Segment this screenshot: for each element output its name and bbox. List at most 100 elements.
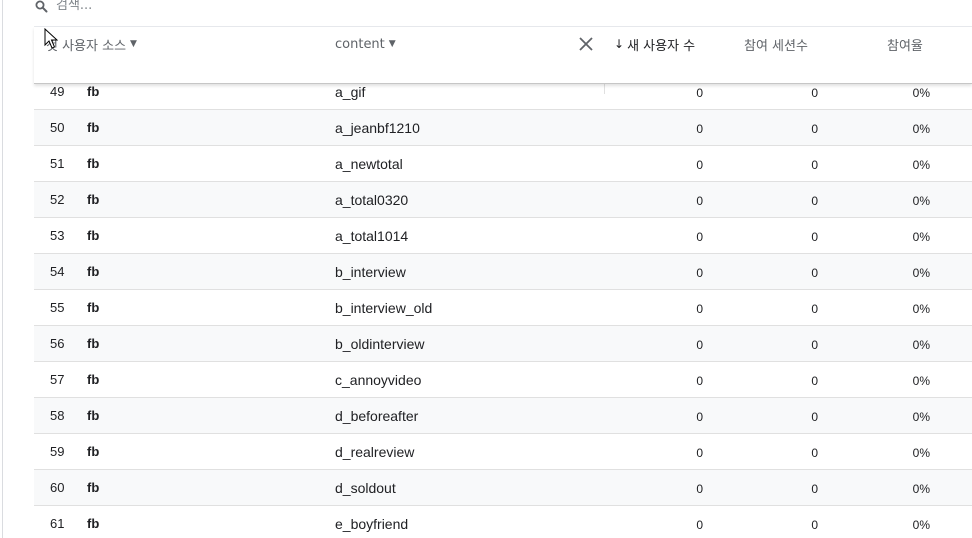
row-content: b_interview_old <box>335 300 433 316</box>
row-engagement-rate: 0% <box>912 230 930 244</box>
table-row[interactable]: 51 fb a_newtotal 0 0 0% <box>34 146 972 182</box>
row-engaged-sessions: 0 <box>811 266 818 280</box>
row-new-users: 0 <box>696 518 703 532</box>
row-index: 51 <box>50 156 65 171</box>
row-new-users: 0 <box>696 158 703 172</box>
row-source: fb <box>87 444 100 459</box>
row-new-users: 0 <box>696 338 703 352</box>
row-content: a_total1014 <box>335 228 409 244</box>
left-border <box>2 0 3 538</box>
table-row[interactable]: 50 fb a_jeanbf1210 0 0 0% <box>34 110 972 146</box>
header-engagement-rate[interactable]: 참여율 <box>887 34 923 54</box>
header-new-users[interactable]: ↓ 새 사용자 수 <box>614 34 695 54</box>
row-content: d_realreview <box>335 444 415 460</box>
row-content: d_beforeafter <box>335 408 419 424</box>
table-row[interactable]: 55 fb b_interview_old 0 0 0% <box>34 290 972 326</box>
header-first-user-source-label: 첫 사용자 소스 <box>46 38 127 54</box>
mouse-pointer-icon <box>44 28 58 49</box>
table-row[interactable]: 58 fb d_beforeafter 0 0 0% <box>34 398 972 434</box>
row-index: 61 <box>50 516 65 531</box>
row-engaged-sessions: 0 <box>811 338 818 352</box>
row-content: a_gif <box>335 84 366 100</box>
row-engagement-rate: 0% <box>912 338 930 352</box>
table-row[interactable]: 52 fb a_total0320 0 0 0% <box>34 182 972 218</box>
row-engaged-sessions: 0 <box>811 446 818 460</box>
row-engagement-rate: 0% <box>912 122 930 136</box>
row-engaged-sessions: 0 <box>811 302 818 316</box>
row-new-users: 0 <box>696 230 703 244</box>
table-row[interactable]: 54 fb b_interview 0 0 0% <box>34 254 972 290</box>
row-engagement-rate: 0% <box>912 482 930 496</box>
row-new-users: 0 <box>696 302 703 316</box>
row-engagement-rate: 0% <box>912 446 930 460</box>
header-content[interactable]: content ▼ <box>335 34 396 54</box>
table-row[interactable]: 61 fb e_boyfriend 0 0 0% <box>34 506 972 538</box>
row-index: 53 <box>50 228 65 243</box>
row-engagement-rate: 0% <box>912 374 930 388</box>
column-separator <box>604 84 605 94</box>
row-content: b_oldinterview <box>335 336 425 352</box>
row-engagement-rate: 0% <box>912 86 930 100</box>
header-engaged-sessions-label: 참여 세션수 <box>744 38 808 54</box>
row-engaged-sessions: 0 <box>811 194 818 208</box>
row-content: e_boyfriend <box>335 516 409 532</box>
table-row[interactable]: 56 fb b_oldinterview 0 0 0% <box>34 326 972 362</box>
row-source: fb <box>87 228 100 243</box>
table-row[interactable]: 59 fb d_realreview 0 0 0% <box>34 434 972 470</box>
row-engaged-sessions: 0 <box>811 410 818 424</box>
header-first-user-source[interactable]: 첫 사용자 소스 ▼ <box>46 34 137 54</box>
row-content: b_interview <box>335 264 406 280</box>
row-source: fb <box>87 516 100 531</box>
row-source: fb <box>87 264 100 279</box>
row-content: d_soldout <box>335 480 396 496</box>
close-icon[interactable] <box>577 34 597 54</box>
row-engagement-rate: 0% <box>912 194 930 208</box>
row-engagement-rate: 0% <box>912 266 930 280</box>
row-new-users: 0 <box>696 374 703 388</box>
table-row[interactable]: 60 fb d_soldout 0 0 0% <box>34 470 972 506</box>
row-new-users: 0 <box>696 194 703 208</box>
row-content: a_jeanbf1210 <box>335 120 420 136</box>
row-engagement-rate: 0% <box>912 158 930 172</box>
row-index: 50 <box>50 120 65 135</box>
row-engaged-sessions: 0 <box>811 86 818 100</box>
row-source: fb <box>87 480 100 495</box>
row-engaged-sessions: 0 <box>811 482 818 496</box>
row-index: 54 <box>50 264 65 279</box>
arrow-down-icon: ↓ <box>614 37 625 51</box>
row-new-users: 0 <box>696 122 703 136</box>
header-new-users-label: 새 사용자 수 <box>627 38 696 54</box>
row-index: 55 <box>50 300 65 315</box>
header-content-label: content <box>335 36 385 52</box>
row-engaged-sessions: 0 <box>811 230 818 244</box>
row-index: 52 <box>50 192 65 207</box>
row-engaged-sessions: 0 <box>811 122 818 136</box>
row-engaged-sessions: 0 <box>811 158 818 172</box>
row-new-users: 0 <box>696 410 703 424</box>
row-index: 57 <box>50 372 65 387</box>
row-index: 49 <box>50 84 65 99</box>
row-engagement-rate: 0% <box>912 410 930 424</box>
row-new-users: 0 <box>696 446 703 460</box>
row-new-users: 0 <box>696 86 703 100</box>
search-bar <box>34 0 356 16</box>
table-body: 49 fb a_gif 0 0 0% 50 fb a_jeanbf1210 0 0 0% 51 fb a_n… <box>34 74 972 538</box>
row-content: a_newtotal <box>335 156 403 172</box>
row-source: fb <box>87 372 100 387</box>
row-index: 59 <box>50 444 65 459</box>
row-source: fb <box>87 192 100 207</box>
row-index: 60 <box>50 480 65 495</box>
header-engaged-sessions[interactable]: 참여 세션수 <box>744 34 808 54</box>
row-source: fb <box>87 120 100 135</box>
header-engagement-rate-label: 참여율 <box>887 38 923 54</box>
row-source: fb <box>87 156 100 171</box>
table-row[interactable]: 53 fb a_total1014 0 0 0% <box>34 218 972 254</box>
row-source: fb <box>87 408 100 423</box>
row-engagement-rate: 0% <box>912 302 930 316</box>
caret-down-icon: ▼ <box>130 39 137 49</box>
row-source: fb <box>87 300 100 315</box>
search-icon <box>34 0 48 13</box>
search-input[interactable] <box>56 0 356 13</box>
caret-down-icon: ▼ <box>388 39 396 49</box>
table-row[interactable]: 57 fb c_annoyvideo 0 0 0% <box>34 362 972 398</box>
